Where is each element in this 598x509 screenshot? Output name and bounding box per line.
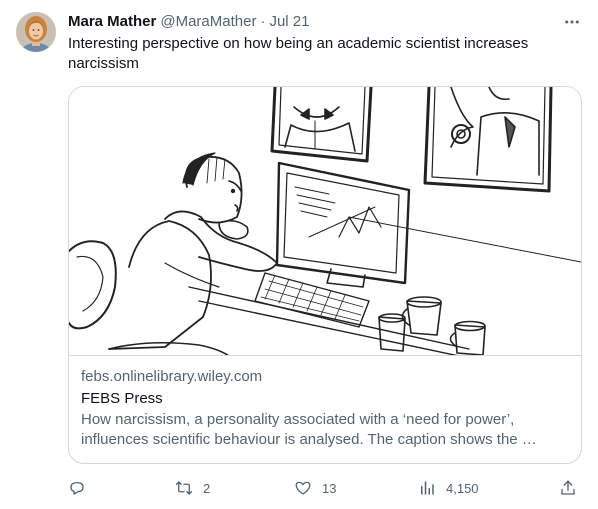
like-count: 13 <box>322 480 337 496</box>
share-icon <box>561 480 575 495</box>
retweet-button[interactable]: 2 <box>175 476 210 500</box>
like-button[interactable]: 13 <box>294 476 336 500</box>
tweet-header: Mara Mather @MaraMather · Jul 21 <box>68 12 309 32</box>
card-body: febs.onlinelibrary.wiley.com FEBS Press … <box>81 367 571 450</box>
tweet[interactable]: Mara Mather @MaraMather · Jul 21 Interes… <box>0 0 598 509</box>
card-image[interactable] <box>69 87 581 356</box>
more-options-button[interactable] <box>561 12 583 32</box>
author-name[interactable]: Mara Mather <box>68 12 156 32</box>
retweet-icon <box>175 481 193 495</box>
avatar-image <box>16 12 56 52</box>
more-horizontal-icon <box>565 20 579 24</box>
views-button[interactable]: 4,150 <box>418 476 479 500</box>
views-count: 4,150 <box>446 480 479 496</box>
card-domain: febs.onlinelibrary.wiley.com <box>81 368 263 385</box>
avatar[interactable] <box>16 12 56 52</box>
heart-icon <box>295 481 311 495</box>
retweet-count: 2 <box>203 480 211 496</box>
link-card[interactable]: febs.onlinelibrary.wiley.com FEBS Press … <box>68 86 582 464</box>
card-title: FEBS Press <box>81 390 163 407</box>
tweet-date[interactable]: Jul 21 <box>269 12 309 32</box>
bar-chart-icon <box>421 481 434 495</box>
reply-icon <box>70 482 84 495</box>
card-description: How narcissism, a personality associated… <box>81 411 537 448</box>
share-button[interactable] <box>559 476 577 500</box>
separator-dot: · <box>260 13 266 30</box>
author-handle[interactable]: @MaraMather <box>160 12 256 32</box>
tweet-text: Interesting perspective on how being an … <box>68 35 529 72</box>
tweet-actions: 2 13 4,150 <box>68 476 582 500</box>
reply-button[interactable] <box>68 476 96 500</box>
cartoon-illustration <box>69 87 581 355</box>
